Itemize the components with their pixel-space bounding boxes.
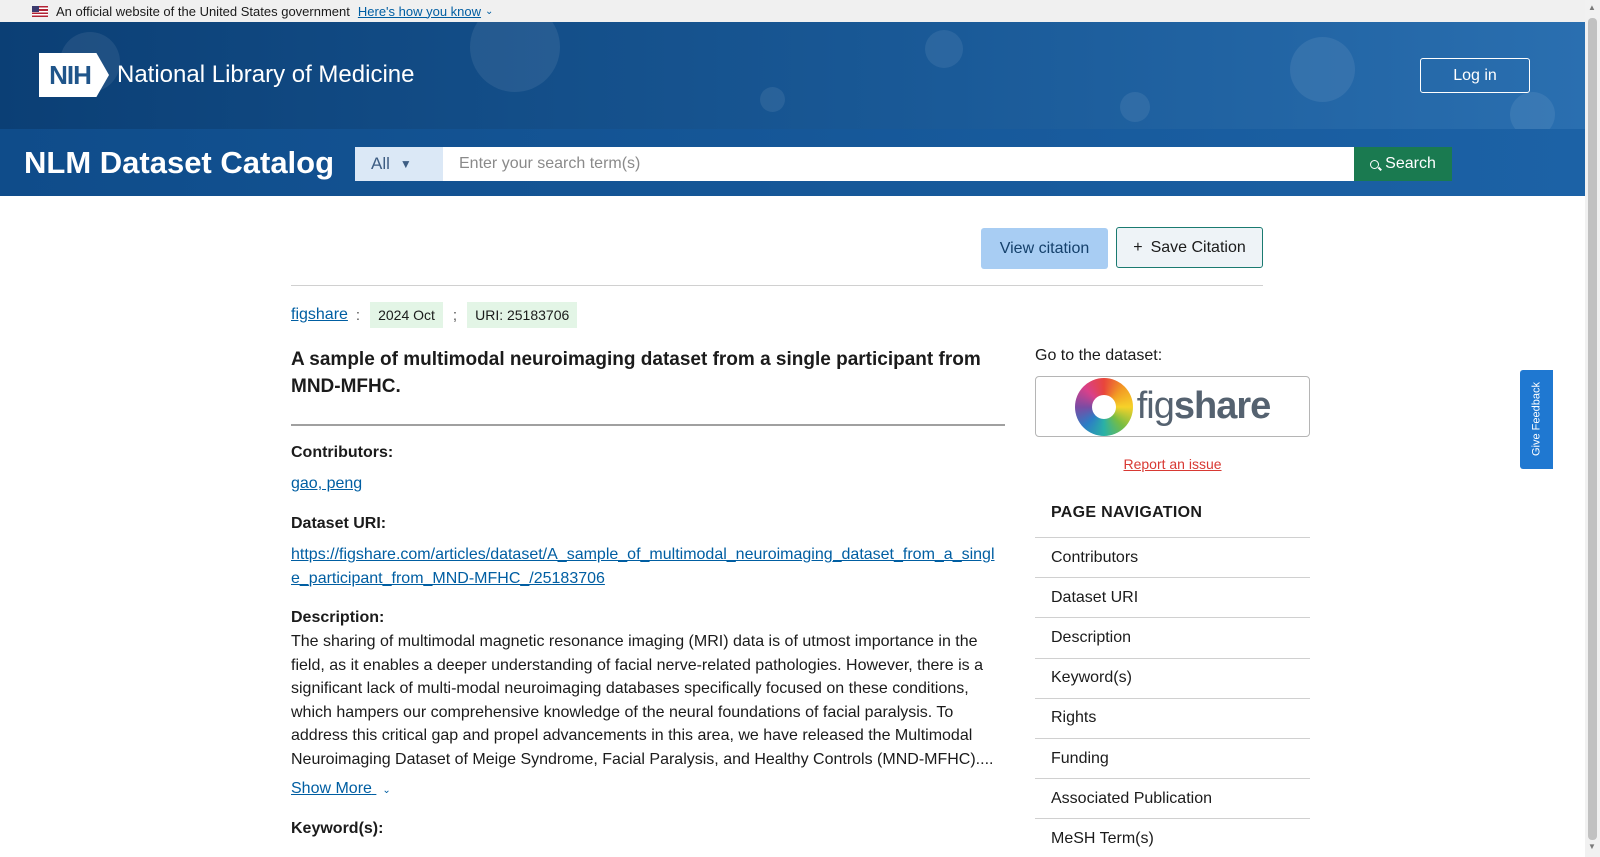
view-citation-button[interactable]: View citation [981, 228, 1108, 269]
keywords-label: Keyword(s): [291, 820, 384, 837]
uri-badge: URI: 25183706 [467, 302, 578, 328]
background-bubble [760, 87, 785, 112]
figshare-wordmark: figshare [1136, 385, 1272, 428]
scrollbar-thumb[interactable] [1588, 18, 1597, 840]
contributor-link[interactable]: gao, peng [291, 475, 362, 493]
plus-icon: + [1133, 238, 1143, 256]
nav-item-associated-publication[interactable]: Associated Publication [1035, 778, 1310, 818]
show-more-label: Show More [291, 780, 372, 797]
nav-item-description[interactable]: Description [1035, 617, 1310, 657]
wordmark-bold: share [1173, 385, 1271, 427]
nlm-name: National Library of Medicine [117, 61, 415, 88]
search-icon [1370, 159, 1380, 169]
figshare-logo-icon [1074, 377, 1133, 436]
nav-item-mesh-terms[interactable]: MeSH Term(s) [1035, 818, 1310, 857]
description-text: The sharing of multimodal magnetic reson… [291, 633, 994, 768]
us-flag-icon [32, 5, 48, 17]
report-issue-link[interactable]: Report an issue [1035, 456, 1310, 472]
background-bubble [1120, 92, 1150, 122]
scroll-down-arrow-icon[interactable]: ▼ [1588, 842, 1596, 851]
source-link[interactable]: figshare [291, 306, 348, 324]
page-navigation: Contributors Dataset URI Description Key… [1035, 537, 1310, 857]
contributors-label: Contributors: [291, 444, 394, 461]
nav-item-funding[interactable]: Funding [1035, 737, 1310, 778]
nav-item-dataset-uri[interactable]: Dataset URI [1035, 577, 1310, 617]
nih-logo-mark: NIH [39, 53, 109, 97]
search-scope-value: All [371, 154, 390, 173]
heres-how-you-know-link[interactable]: Here's how you know [358, 4, 481, 19]
background-bubble [1510, 92, 1555, 129]
page-navigation-title: PAGE NAVIGATION [1051, 504, 1203, 521]
background-bubble [470, 22, 560, 92]
meta-separator: : [355, 306, 361, 324]
description-label: Description: [291, 609, 385, 626]
background-bubble [925, 30, 963, 68]
background-bubble [1290, 37, 1355, 102]
gov-banner: An official website of the United States… [0, 0, 1585, 22]
nih-logo[interactable]: NIH National Library of Medicine [39, 53, 414, 97]
dataset-meta: figshare : 2024 Oct ; URI: 25183706 [291, 302, 578, 328]
figshare-logo-button[interactable]: figshare [1035, 376, 1310, 437]
meta-separator: ; [452, 306, 458, 324]
save-citation-label: Save Citation [1150, 238, 1246, 256]
chevron-down-icon: ⌄ [382, 785, 391, 796]
title-divider [291, 424, 1005, 426]
nav-item-contributors[interactable]: Contributors [1035, 537, 1310, 577]
dataset-uri-label: Dataset URI: [291, 515, 387, 532]
show-more-button[interactable]: Show More ⌄ [291, 780, 391, 798]
divider [291, 285, 1263, 286]
dataset-title: A sample of multimodal neuroimaging data… [291, 349, 981, 397]
search-input[interactable] [443, 147, 1354, 181]
nav-item-rights[interactable]: Rights [1035, 697, 1310, 738]
search-button-label: Search [1385, 155, 1436, 172]
dataset-uri-link[interactable]: https://figshare.com/articles/dataset/A_… [291, 543, 1001, 591]
search-scope-select[interactable]: All ▼ [355, 147, 443, 181]
wordmark-light: fig [1136, 385, 1175, 427]
search-button[interactable]: Search [1354, 147, 1452, 181]
give-feedback-button[interactable]: Give Feedback [1520, 370, 1553, 469]
catalog-title[interactable]: NLM Dataset Catalog [24, 145, 334, 181]
chevron-down-icon[interactable]: ⌄ [485, 6, 493, 17]
search-bar: NLM Dataset Catalog All ▼ Search [0, 129, 1585, 196]
goto-dataset-label: Go to the dataset: [1035, 347, 1163, 364]
login-button[interactable]: Log in [1420, 58, 1530, 93]
date-badge: 2024 Oct [370, 302, 443, 328]
nav-item-keywords[interactable]: Keyword(s) [1035, 657, 1310, 698]
gov-banner-text: An official website of the United States… [56, 3, 350, 19]
save-citation-button[interactable]: + Save Citation [1116, 227, 1263, 268]
scroll-up-arrow-icon[interactable]: ▲ [1588, 3, 1596, 12]
caret-down-icon: ▼ [399, 157, 412, 171]
site-header: NIH National Library of Medicine Log in [0, 22, 1585, 129]
